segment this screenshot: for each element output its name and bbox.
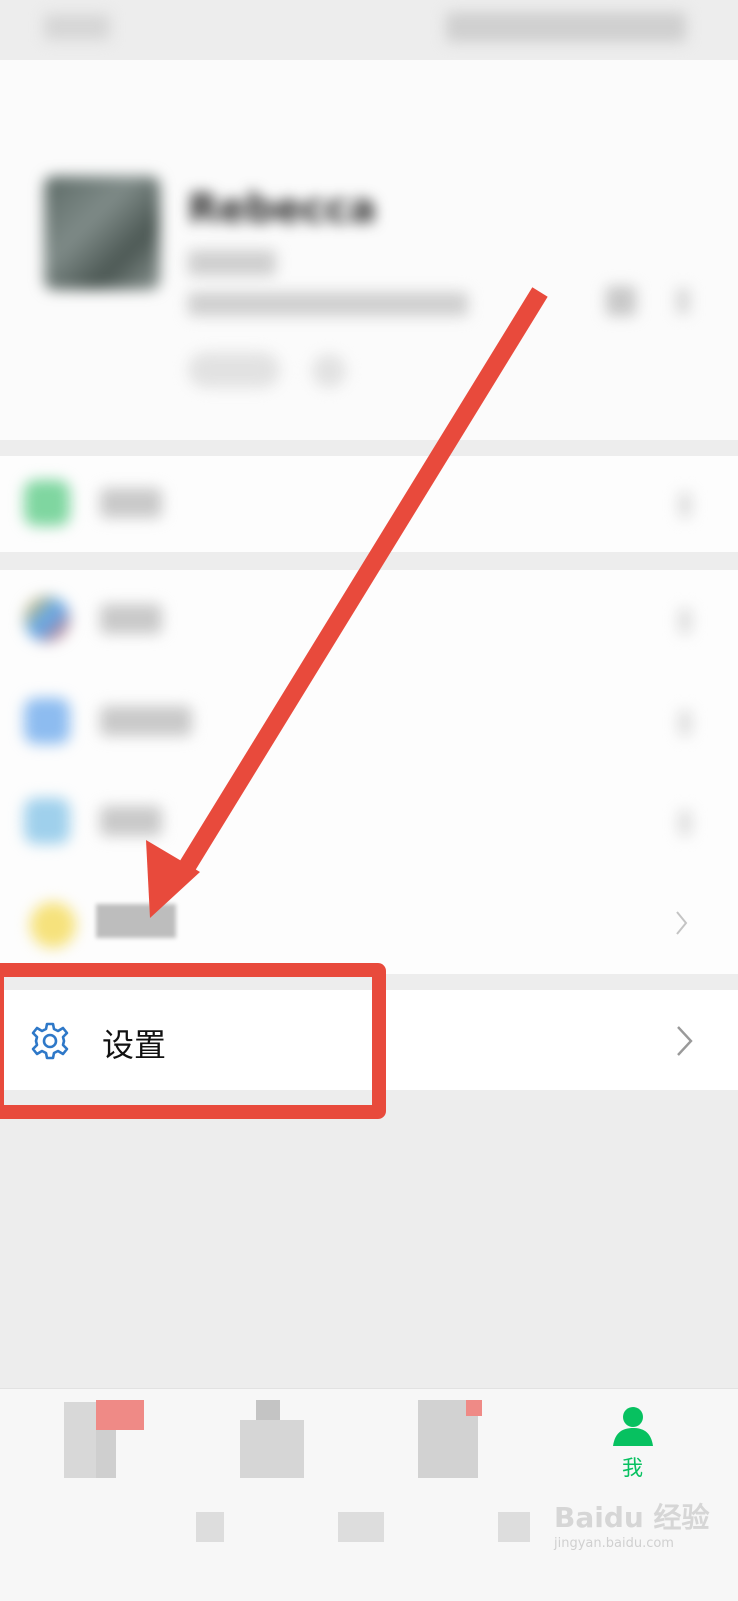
menu-row-label (100, 488, 162, 518)
menu-row-label (96, 904, 176, 938)
person-icon[interactable] (610, 1402, 656, 1448)
cards-icon (24, 798, 70, 844)
highlight-box (0, 963, 386, 1119)
status-bar-icons (446, 12, 686, 42)
avatar[interactable] (44, 176, 160, 290)
menu-row-label (100, 706, 192, 736)
status-add-button[interactable] (312, 354, 346, 388)
status-button[interactable] (188, 352, 280, 388)
menu-row-label (100, 806, 162, 836)
chevron-right-icon (678, 710, 692, 736)
profile-nickname: Rebecca (188, 186, 377, 232)
menu-row-label (100, 604, 162, 634)
chevron-right-icon (672, 1024, 696, 1058)
baidu-watermark: Baidu 经验 (554, 1501, 710, 1534)
tab-chats-icon[interactable] (64, 1402, 96, 1478)
tab-contacts-label (338, 1512, 384, 1542)
chevron-right-icon (678, 810, 692, 836)
favorites-icon (24, 596, 70, 642)
baidu-watermark-url: jingyan.baidu.com (554, 1536, 674, 1551)
tab-me-label[interactable]: 我 (622, 1452, 643, 1482)
qr-code-icon[interactable] (606, 286, 636, 316)
chevron-right-icon (676, 288, 690, 314)
status-bar-time (44, 14, 110, 40)
chevron-right-icon (676, 910, 688, 936)
tab-chats-icon-part (96, 1430, 116, 1478)
unread-badge (96, 1400, 144, 1430)
stickers-icon (30, 902, 76, 948)
discover-badge (466, 1400, 482, 1416)
tab-discover-label (498, 1512, 530, 1542)
chevron-right-icon (678, 608, 692, 634)
pay-icon (24, 480, 70, 526)
profile-id (188, 292, 468, 316)
chevron-right-icon (678, 492, 692, 518)
moments-icon (24, 698, 70, 744)
profile-subtitle (188, 250, 276, 276)
tab-chats-label (196, 1512, 224, 1542)
tab-contacts-icon-part (240, 1420, 304, 1478)
